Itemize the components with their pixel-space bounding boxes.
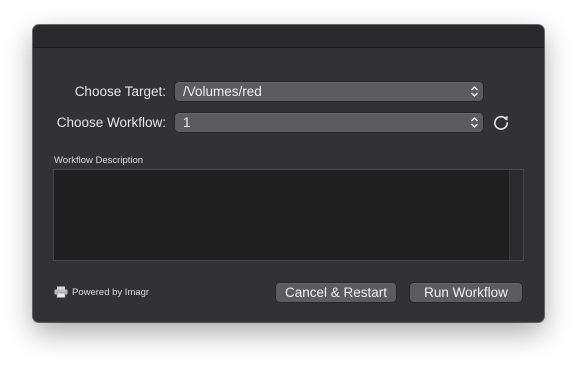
title-bar[interactable] <box>33 25 544 48</box>
up-down-arrows-icon <box>471 86 478 97</box>
powered-by-text: Powered by Imagr <box>72 286 150 298</box>
choose-target-label: Choose Target: <box>74 84 166 99</box>
target-value: /Volumes/red <box>183 84 262 99</box>
refresh-icon[interactable] <box>492 114 510 132</box>
description-scrollbar[interactable] <box>509 170 523 260</box>
powered-by: Powered by Imagr <box>54 286 149 298</box>
workflow-description-label: Workflow Description <box>54 155 144 166</box>
printer-icon <box>54 286 68 298</box>
workflow-popup[interactable]: 1 <box>175 113 483 132</box>
up-down-arrows-icon <box>471 117 478 128</box>
choose-workflow-label: Choose Workflow: <box>56 115 166 130</box>
target-popup[interactable]: /Volumes/red <box>175 82 483 101</box>
run-workflow-button[interactable]: Run Workflow <box>410 283 522 302</box>
workflow-description-field[interactable] <box>53 169 524 261</box>
imagr-window: Choose Target: /Volumes/red Choose Workf… <box>33 25 544 322</box>
workflow-value: 1 <box>183 115 191 130</box>
cancel-restart-button[interactable]: Cancel & Restart <box>276 283 396 302</box>
